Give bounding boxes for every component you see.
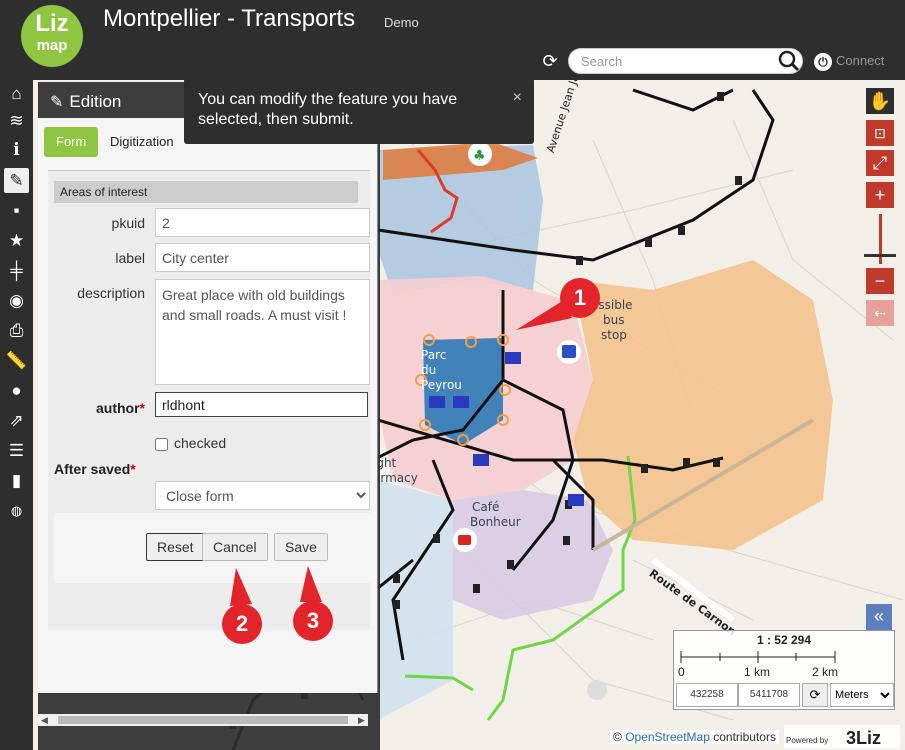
comment-icon[interactable]: ▪ bbox=[4, 198, 29, 223]
scale-bar bbox=[680, 651, 836, 663]
tab-form[interactable]: Form bbox=[44, 127, 99, 157]
units-select[interactable]: Meters bbox=[830, 683, 894, 707]
globe-icon[interactable]: ◍ bbox=[4, 498, 29, 523]
cancel-button[interactable]: Cancel bbox=[202, 533, 268, 561]
author-field[interactable] bbox=[155, 392, 368, 417]
chat-icon[interactable]: ● bbox=[4, 378, 29, 403]
fullscreen-icon[interactable]: ⤢ bbox=[866, 150, 894, 176]
pan-icon[interactable]: ✋ bbox=[866, 88, 894, 114]
horizontal-scrollbar[interactable]: ◀ ▶ bbox=[38, 714, 368, 726]
checked-label: checked bbox=[174, 435, 227, 451]
checked-row: checked bbox=[155, 435, 226, 451]
callout-pointer-3 bbox=[300, 566, 322, 602]
scrollbar-thumb[interactable] bbox=[58, 716, 348, 724]
pkuid-field[interactable] bbox=[155, 208, 370, 237]
scale-tick-1: 1 km bbox=[744, 665, 771, 679]
callout-pointer-1 bbox=[516, 300, 572, 330]
list-icon[interactable]: ☰ bbox=[4, 438, 29, 463]
author-label: author* bbox=[95, 400, 145, 416]
label-label: label bbox=[115, 250, 145, 266]
home-icon[interactable]: ⌂ bbox=[4, 81, 29, 106]
map-attribution: © OpenStreetMap contributors bbox=[610, 730, 779, 744]
power-icon: ⏻ bbox=[814, 52, 832, 71]
save-button[interactable]: Save bbox=[274, 533, 328, 561]
coord-x: 432258 bbox=[676, 683, 738, 707]
chart-icon[interactable]: ▮ bbox=[4, 468, 29, 493]
dock-title: ✎ Edition bbox=[50, 92, 122, 111]
collapse-icon[interactable]: « bbox=[866, 604, 892, 630]
osm-link[interactable]: OpenStreetMap bbox=[625, 730, 710, 744]
coord-y: 5411708 bbox=[738, 683, 800, 707]
svg-text:♣: ♣ bbox=[473, 148, 486, 164]
powered-by[interactable]: Powered by 3Liz bbox=[784, 725, 900, 749]
after-saved-select[interactable]: Close form bbox=[155, 481, 370, 510]
scale-ratio: 1 : 52 294 bbox=[756, 633, 812, 647]
callout-marker-2: 2 bbox=[222, 604, 262, 656]
edition-form: Areas of interest pkuid label descriptio… bbox=[48, 170, 370, 630]
scale-tick-0: 0 bbox=[678, 665, 685, 679]
refresh-icon[interactable]: ⟳ bbox=[540, 51, 560, 71]
callout-pointer-2 bbox=[230, 568, 252, 606]
scale-tick-2: 2 km bbox=[812, 665, 839, 679]
scale-panel: 1 : 52 294 0 1 km 2 km 432258 5411708 ⟳ … bbox=[673, 630, 895, 710]
map-label-parc: Parc du Peyrou bbox=[421, 348, 462, 392]
scroll-left-icon[interactable]: ◀ bbox=[41, 714, 48, 726]
close-icon[interactable]: × bbox=[513, 88, 522, 108]
print-icon[interactable]: ⎙ bbox=[4, 318, 29, 343]
app-subtitle: Demo bbox=[384, 15, 419, 30]
label-field[interactable] bbox=[155, 243, 370, 272]
search-box bbox=[568, 48, 803, 74]
pkuid-label: pkuid bbox=[111, 215, 145, 231]
layers-icon[interactable]: ≋ bbox=[4, 108, 29, 133]
tooltip-message: You can modify the feature you have sele… bbox=[198, 91, 458, 128]
left-toolbar: ⌂ ≋ i ✎ ▪ ★ ╪ ◉ ⎙ 📏 ● ⇗ ☰ ▮ ◍ bbox=[0, 80, 33, 750]
edition-icon: ✎ bbox=[50, 94, 64, 111]
edition-tooltip: You can modify the feature you have sele… bbox=[184, 78, 534, 144]
tab-digitization[interactable]: Digitization bbox=[98, 127, 186, 157]
previous-extent-icon[interactable]: ⇠ bbox=[866, 300, 894, 326]
locate-icon[interactable]: ◉ bbox=[4, 288, 29, 313]
measure-icon[interactable]: 📏 bbox=[4, 348, 29, 373]
callout-marker-3: 3 bbox=[293, 601, 333, 653]
form-group-title: Areas of interest bbox=[54, 181, 358, 203]
search-icon[interactable] bbox=[778, 50, 800, 72]
lizmap-logo[interactable]: Liz map bbox=[21, 5, 83, 67]
info-icon[interactable]: i bbox=[4, 138, 29, 163]
signpost-icon[interactable]: ╪ bbox=[4, 258, 29, 283]
scroll-right-icon[interactable]: ▶ bbox=[358, 714, 365, 726]
star-icon[interactable]: ★ bbox=[4, 228, 29, 253]
description-field[interactable]: Great place with old buildings and small… bbox=[155, 279, 370, 385]
app-title: Montpellier - Transports bbox=[103, 5, 356, 32]
checked-checkbox[interactable] bbox=[155, 437, 168, 451]
zoom-in-icon[interactable]: + bbox=[866, 182, 894, 208]
zoom-box-icon[interactable]: ⊡ bbox=[866, 120, 894, 146]
3liz-logo: 3Liz bbox=[846, 728, 882, 748]
edition-icon[interactable]: ✎ bbox=[4, 168, 29, 193]
description-label: description bbox=[77, 285, 145, 301]
share-icon[interactable]: ⇗ bbox=[4, 408, 29, 433]
refresh-icon[interactable]: ⟳ bbox=[802, 683, 828, 707]
zoom-slider-handle[interactable] bbox=[864, 254, 896, 257]
top-header: Liz map Montpellier - Transports Demo ⟳ … bbox=[0, 0, 905, 80]
reset-button[interactable]: Reset bbox=[146, 533, 205, 561]
search-input[interactable] bbox=[581, 52, 771, 70]
map-label-cafe: Café Bonheur bbox=[470, 500, 521, 529]
after-saved-label: After saved* bbox=[54, 461, 136, 477]
connect-button[interactable]: ⏻ Connect bbox=[814, 50, 884, 72]
zoom-out-icon[interactable]: − bbox=[866, 268, 894, 294]
